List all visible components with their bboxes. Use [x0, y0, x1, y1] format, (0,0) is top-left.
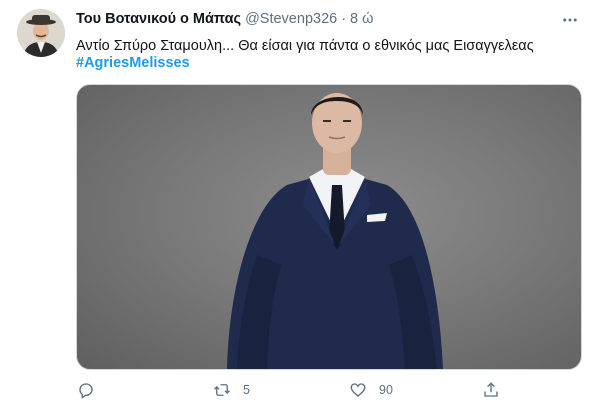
retweet-icon: [214, 384, 230, 396]
user-handle[interactable]: @Stevenp326: [245, 11, 337, 27]
retweet-button[interactable]: 5: [213, 378, 250, 402]
timestamp[interactable]: 8 ώ: [350, 11, 373, 27]
avatar[interactable]: [17, 9, 65, 57]
share-icon: [484, 382, 498, 397]
display-name[interactable]: Του Βοτανικού ο Μάπας: [76, 11, 241, 27]
tweet[interactable]: Του Βοτανικού ο Μάπας @Stevenp326 · 8 ώ Αντ…: [0, 0, 594, 412]
more-horizontal-icon[interactable]: [560, 10, 580, 30]
like-count: 90: [379, 383, 393, 397]
like-button[interactable]: 90: [349, 378, 393, 402]
separator-dot: ·: [341, 11, 347, 27]
reply-button[interactable]: [77, 378, 107, 402]
retweet-count: 5: [243, 383, 250, 397]
hashtag-link[interactable]: #AgriesMelisses: [76, 53, 190, 73]
tweet-photo[interactable]: [76, 84, 582, 370]
share-button[interactable]: [482, 378, 500, 402]
tweet-actions: 5 90: [76, 378, 580, 402]
reply-icon: [79, 383, 93, 399]
photo-man-in-suit: [227, 93, 443, 369]
heart-icon: [350, 383, 366, 397]
tweet-header: Του Βοτανικού ο Μάπας @Stevenp326 · 8 ώ: [76, 11, 578, 31]
